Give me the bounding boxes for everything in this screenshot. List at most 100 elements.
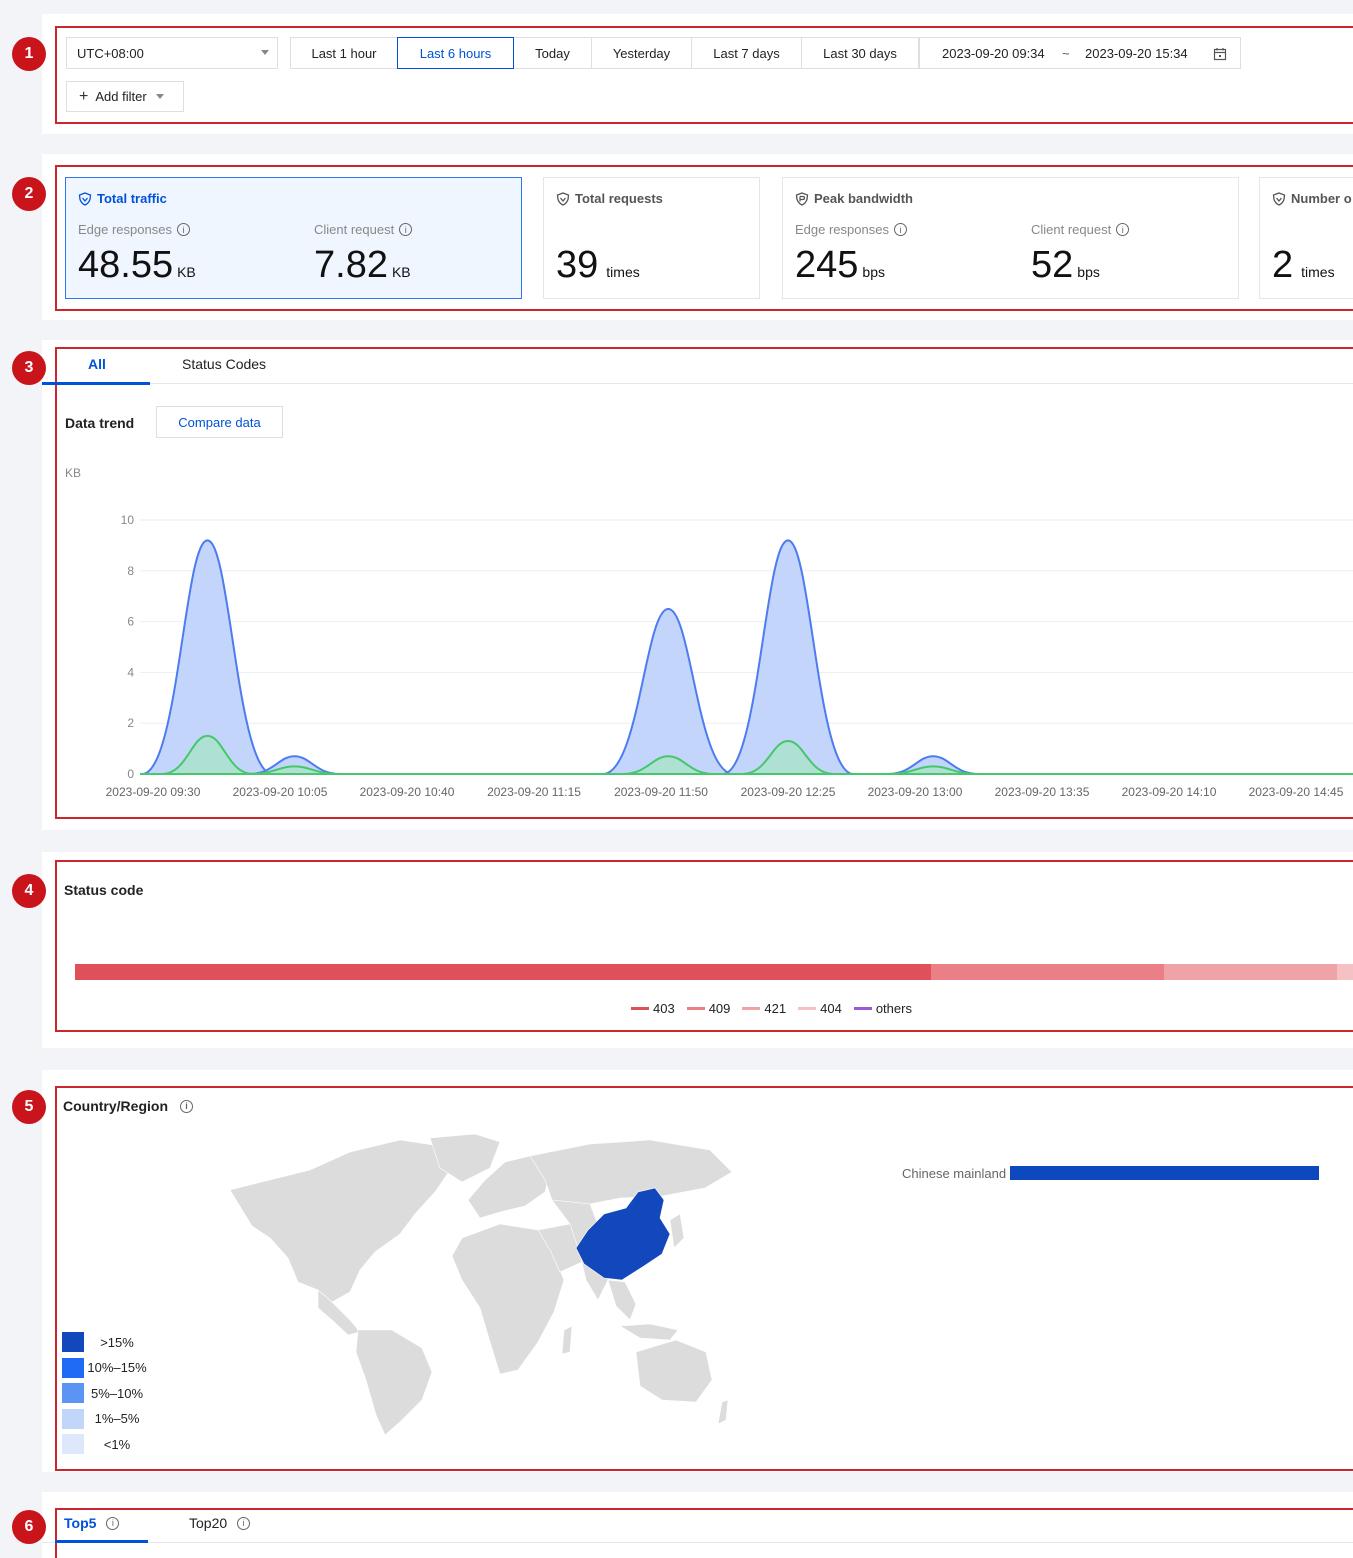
info-icon[interactable]: i [180,1099,193,1113]
date-end: 2023-09-20 15:34 [1085,45,1188,61]
heat-legend-label: 5%–10% [90,1385,144,1401]
legend-item[interactable]: 404 [798,1001,842,1016]
world-map[interactable] [200,1130,740,1440]
date-separator: ~ [1062,45,1070,61]
metric-title-total-traffic: Total traffic [78,191,167,206]
range-today[interactable]: Today [513,37,592,69]
y-tick-label: 8 [127,564,134,578]
edge-value: 245 [795,244,859,286]
metric-card-number-of[interactable]: Number o 2 times [1259,177,1353,299]
tab-all[interactable]: All [88,356,106,372]
metric-value-number: 2 times [1272,244,1335,287]
requests-value: 39 [556,244,599,286]
tab-top20-label: Top20 [189,1515,228,1531]
metric-card-peak-bandwidth[interactable]: Peak bandwidth Edge responses i 245 bps … [782,177,1239,299]
status-segment-409[interactable] [931,964,1164,980]
edge-unit: KB [177,264,196,280]
chart-grid: 0 2 4 6 8 10 [121,513,1353,781]
country-region-title: Country/Region i [63,1098,193,1114]
legend-swatch [798,1007,817,1010]
step-marker-2: 2 [12,177,46,211]
info-icon[interactable]: i [1116,223,1130,236]
range-yesterday[interactable]: Yesterday [591,37,692,69]
legend-label: 421 [764,1001,787,1016]
metric-card-total-traffic[interactable]: Total traffic Edge responses i 48.55 KB … [65,177,522,299]
tab-top20[interactable]: Top20 i [189,1515,251,1531]
trend-chart: KB 0 2 4 6 8 10 2023-09-20 09:30 2023-09-20 10… [65,466,1353,799]
status-segment-403[interactable] [75,964,931,980]
info-icon[interactable]: i [237,1516,251,1530]
metric-title-total-requests: Total requests [556,191,663,206]
metric-value-edge: 245 bps [795,244,885,287]
date-start: 2023-09-20 09:34 [942,45,1045,61]
heat-legend-swatch [62,1408,84,1429]
info-icon[interactable]: i [176,223,190,236]
legend-item[interactable]: 409 [686,1001,731,1016]
client-request-label: Client request [314,222,395,237]
client-value: 7.82 [314,244,388,286]
compare-data-button[interactable]: Compare data [156,406,283,438]
heat-legend-label: <1% [103,1436,131,1452]
time-range-group: Last 1 hour Last 6 hours Today Yesterday… [290,37,919,69]
metric-value-client: 7.82 KB [314,244,411,287]
metric-card-total-requests[interactable]: Total requests 39 times [543,177,760,299]
metric-sub-client: Client request i [314,222,413,237]
shield-icon [795,191,809,206]
step-marker-5: 5 [12,1090,46,1124]
timezone-value: UTC+08:00 [77,45,144,61]
x-tick-label: 2023-09-20 11:50 [614,785,708,799]
legend-label: others [875,1001,912,1016]
shield-icon [556,191,570,206]
info-icon[interactable]: i [106,1516,120,1530]
data-trend-title: Data trend [65,415,135,431]
calendar-icon[interactable] [1213,47,1227,61]
heat-legend-item: 1%–5% [62,1408,148,1429]
legend-label: 409 [708,1001,731,1016]
tab-all-underline [42,382,150,385]
step-marker-3: 3 [12,351,46,385]
timezone-select[interactable]: UTC+08:00 [66,37,278,69]
top-tab-divider [42,1542,1353,1543]
range-last-1-hour[interactable]: Last 1 hour [290,37,398,69]
client-request-label: Client request [1031,222,1112,237]
heat-legend-swatch [62,1434,84,1454]
status-segment-404[interactable] [1337,964,1353,980]
status-segment-421[interactable] [1164,964,1337,980]
y-axis-label: KB [65,466,81,480]
country-bar[interactable] [1010,1166,1319,1180]
legend-item[interactable]: 421 [742,1001,786,1016]
info-icon[interactable]: i [893,223,907,236]
x-tick-label: 2023-09-20 13:00 [868,785,963,799]
heat-legend-swatch [62,1332,84,1352]
date-range-picker[interactable]: 2023-09-20 09:34 ~ 2023-09-20 15:34 [919,37,1241,69]
number-value: 2 [1272,244,1294,286]
tab-top5[interactable]: Top5 i [64,1515,120,1531]
info-icon[interactable]: i [399,223,413,236]
x-tick-label: 2023-09-20 11:15 [487,785,581,799]
area-peak [722,540,854,774]
range-last-30-days[interactable]: Last 30 days [801,37,919,69]
x-tick-label: 2023-09-20 13:35 [995,785,1090,799]
legend-item[interactable]: others [853,1001,912,1016]
country-bar-label: Chinese mainland [902,1166,1007,1181]
metric-title-text: Peak bandwidth [814,191,913,206]
y-tick-label: 6 [127,615,134,629]
metric-title-text: Total requests [575,191,663,206]
metric-title-number-of: Number o [1272,191,1352,206]
add-filter-button[interactable]: + Add filter [66,81,184,112]
heat-legend-item: <1% [62,1434,148,1454]
range-last-7-days[interactable]: Last 7 days [691,37,802,69]
tab-status-codes[interactable]: Status Codes [182,356,266,372]
x-tick-label: 2023-09-20 10:05 [233,785,328,799]
legend-item[interactable]: 403 [631,1001,675,1016]
client-value: 52 [1031,244,1074,286]
chevron-down-icon [261,50,269,55]
metric-sub-client: Client request i [1031,222,1130,237]
client-unit: bps [1077,264,1100,280]
tab-top5-underline [55,1540,148,1543]
range-last-6-hours[interactable]: Last 6 hours [397,37,514,69]
tab-divider [42,383,1353,384]
metric-value-client: 52 bps [1031,244,1100,287]
legend-swatch [686,1007,705,1010]
metric-value-requests: 39 times [556,244,640,287]
